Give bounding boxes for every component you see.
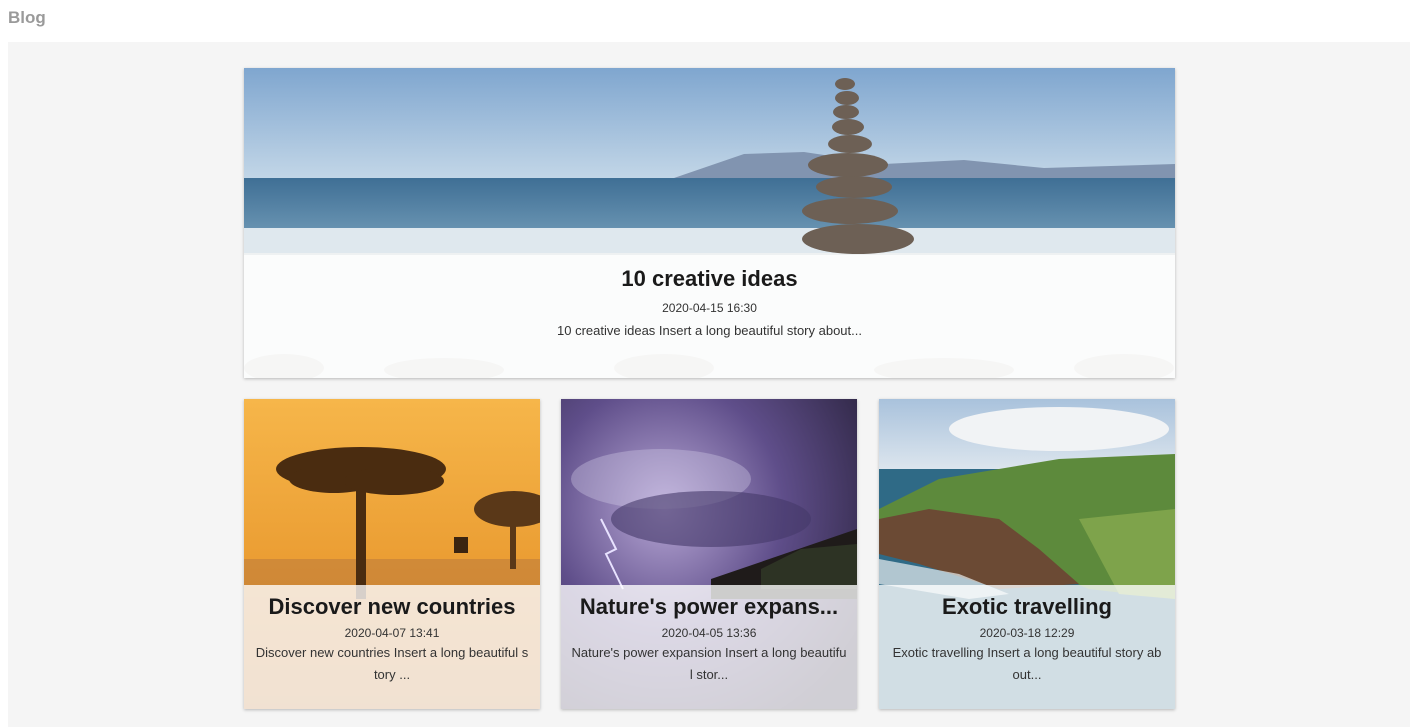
page-title: Blog bbox=[8, 8, 46, 27]
post-overlay: Exotic travelling 2020-03-18 12:29 Exoti… bbox=[879, 585, 1175, 709]
post-card-natures-power-expansion[interactable]: Nature's power expans... 2020-04-05 13:3… bbox=[561, 399, 857, 709]
post-date: 2020-04-05 13:36 bbox=[661, 626, 757, 640]
post-date: 2020-03-18 12:29 bbox=[979, 626, 1075, 640]
post-excerpt: Nature's power expansion Insert a long b… bbox=[571, 645, 847, 682]
post-excerpt: Exotic travelling Insert a long beautifu… bbox=[892, 645, 1162, 682]
post-title[interactable]: Nature's power expans... bbox=[571, 592, 847, 622]
featured-post-title[interactable]: 10 creative ideas bbox=[244, 265, 1175, 293]
post-excerpt: Discover new countries Insert a long bea… bbox=[255, 645, 529, 682]
blog-content-area: 10 creative ideas 2020-04-15 16:30 10 cr… bbox=[8, 42, 1410, 727]
post-card-discover-new-countries[interactable]: Discover new countries 2020-04-07 13:41 … bbox=[244, 399, 540, 709]
post-card-exotic-travelling[interactable]: Exotic travelling 2020-03-18 12:29 Exoti… bbox=[879, 399, 1175, 709]
post-overlay: Nature's power expans... 2020-04-05 13:3… bbox=[561, 585, 857, 709]
post-title[interactable]: Discover new countries bbox=[254, 592, 530, 622]
featured-post-overlay: 10 creative ideas 2020-04-15 16:30 10 cr… bbox=[244, 255, 1175, 378]
post-title[interactable]: Exotic travelling bbox=[889, 592, 1165, 622]
featured-post-excerpt: 10 creative ideas Insert a long beautifu… bbox=[557, 323, 862, 338]
post-date: 2020-04-07 13:41 bbox=[344, 626, 440, 640]
featured-post-date: 2020-04-15 16:30 bbox=[662, 301, 757, 315]
post-overlay: Discover new countries 2020-04-07 13:41 … bbox=[244, 585, 540, 709]
featured-post-card[interactable]: 10 creative ideas 2020-04-15 16:30 10 cr… bbox=[244, 68, 1175, 378]
